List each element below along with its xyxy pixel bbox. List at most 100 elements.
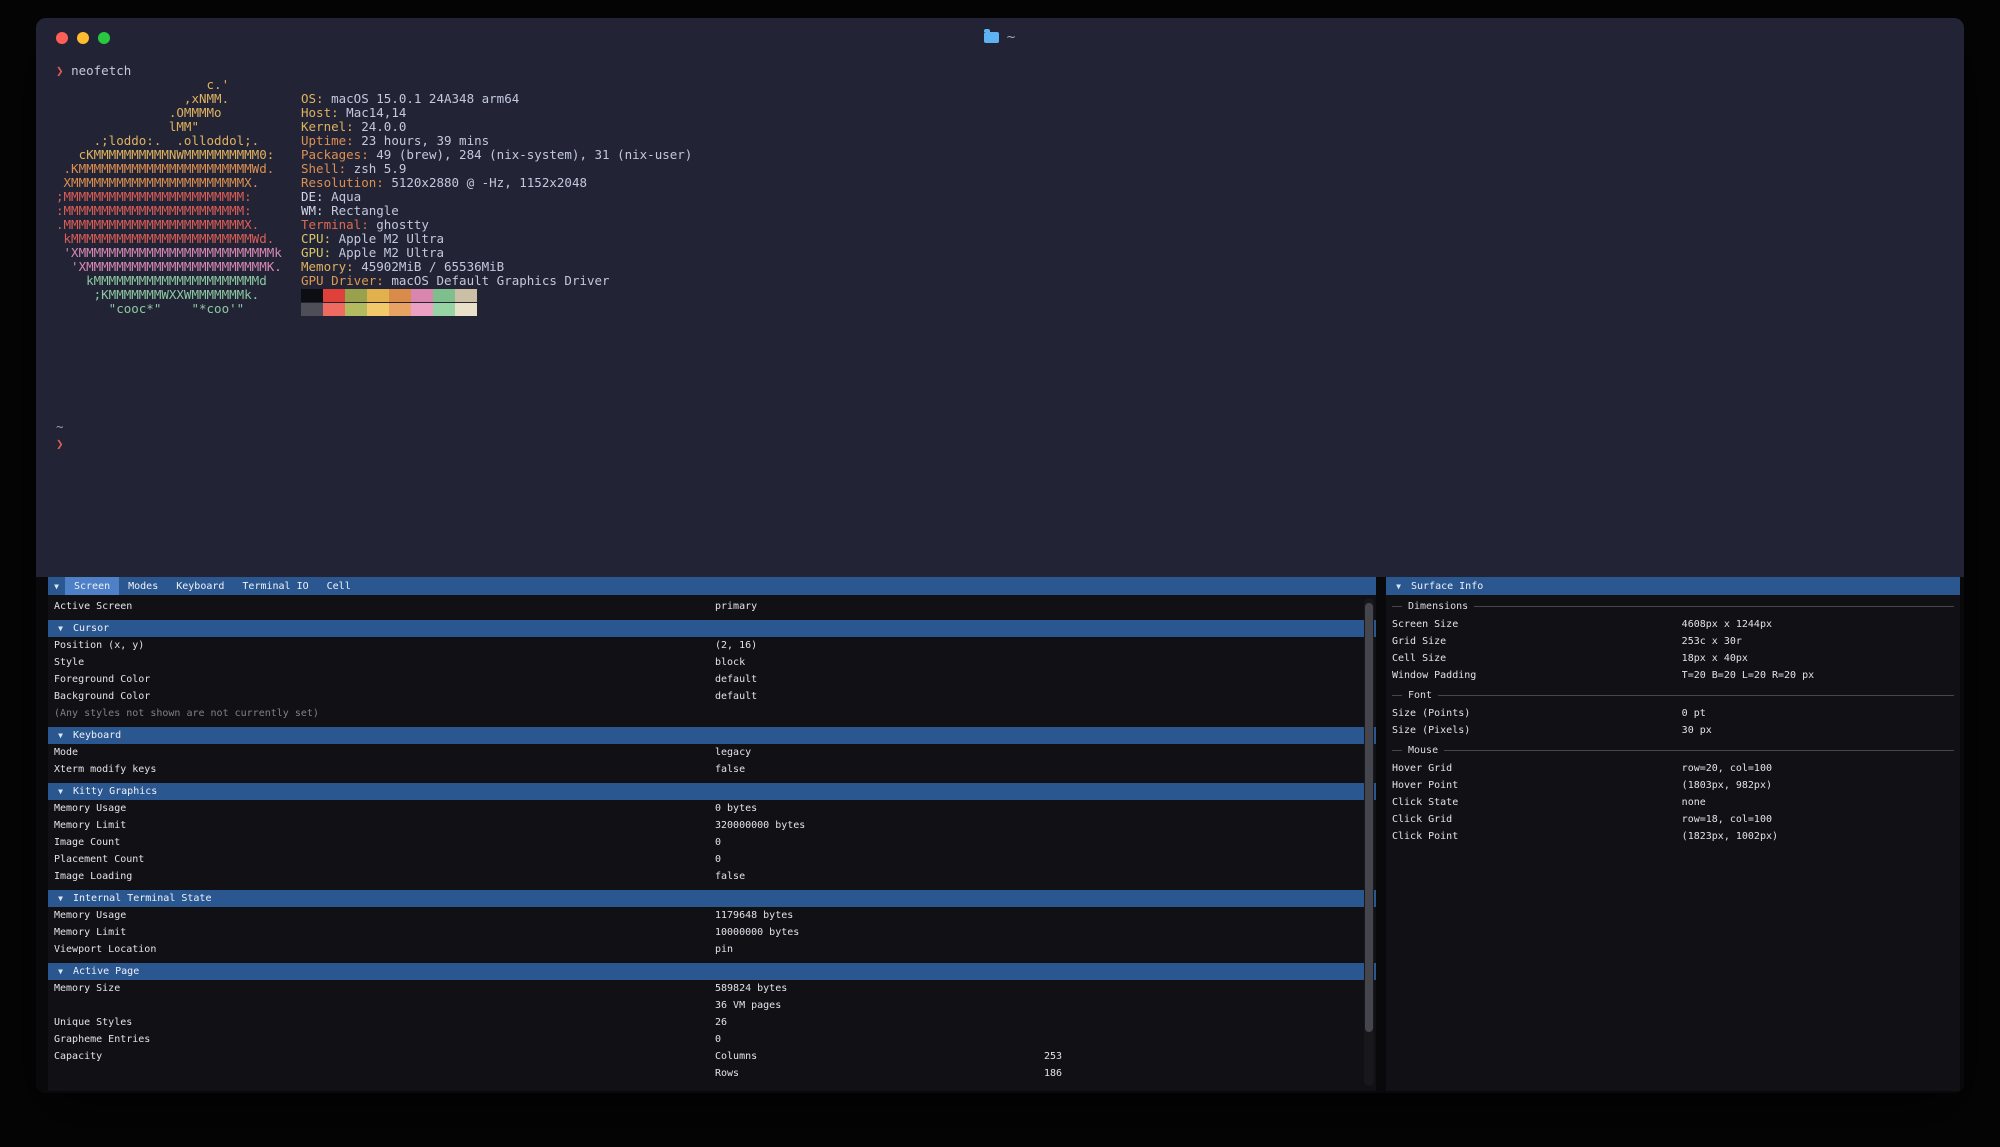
info-row: Screen Size4608px x 1244px: [1386, 616, 1960, 633]
info-value: 24.0.0: [354, 119, 407, 134]
section-title: Keyboard: [73, 727, 121, 744]
window-title: ~: [36, 18, 1964, 56]
info-row: Placement Count0: [48, 851, 1376, 868]
info-row: Memory Usage1179648 bytes: [48, 907, 1376, 924]
disclosure-icon: ▼: [52, 783, 69, 800]
ascii-art-line: ;KMMMMMMMWXXWMMMMMMMk.: [56, 288, 301, 302]
titlebar[interactable]: ~: [36, 18, 1964, 56]
disclosure-icon: ▼: [52, 727, 69, 744]
row-label: Viewport Location: [54, 941, 715, 958]
palette-swatch: [323, 289, 345, 302]
info-value: Apple M2 Ultra: [331, 245, 444, 260]
palette-swatch: [345, 289, 367, 302]
row-label: Image Loading: [54, 868, 715, 885]
disclosure-icon[interactable]: ▼: [48, 578, 65, 595]
row-label: Image Count: [54, 834, 715, 851]
tab-cell[interactable]: Cell: [318, 577, 360, 595]
info-row: Rows186: [48, 1065, 1376, 1082]
row-label: Unique Styles: [54, 1014, 715, 1031]
folder-icon[interactable]: [984, 32, 999, 43]
row-label: Mode: [54, 744, 715, 761]
palette-swatch: [455, 303, 477, 316]
row-value: 0: [715, 1031, 1376, 1048]
color-palette: [301, 288, 692, 316]
terminal-window: ~ ❯ neofetch c.' ,xNMM. .OMMMMo lMM" .;l…: [36, 18, 1964, 1093]
info-value: 23 hours, 39 mins: [354, 133, 489, 148]
system-info-line: Kernel: 24.0.0: [301, 120, 692, 134]
row-value: row=20, col=100: [1682, 760, 1960, 777]
terminal-output[interactable]: ❯ neofetch c.' ,xNMM. .OMMMMo lMM" .;lod…: [36, 56, 1964, 577]
surface-info-title: Surface Info: [1411, 578, 1483, 595]
disclosure-icon: ▼: [52, 963, 69, 980]
disclosure-icon: ▼: [52, 620, 69, 637]
info-value: ghostty: [369, 217, 429, 232]
ascii-art-line: .MMMMMMMMMMMMMMMMMMMMMMMMX.: [56, 218, 301, 232]
style-note: (Any styles not shown are not currently …: [48, 705, 1376, 722]
info-value: 5120x2880 @ -Hz, 1152x2048: [384, 175, 587, 190]
info-row: Image Count0: [48, 834, 1376, 851]
row-value: 10000000 bytes: [715, 924, 1376, 941]
info-label: GPU:: [301, 245, 331, 260]
ascii-art-line: 'XMMMMMMMMMMMMMMMMMMMMMMMMMMk: [56, 246, 301, 260]
palette-swatch: [301, 289, 323, 302]
row-value: false: [715, 761, 1376, 778]
info-row: Cell Size18px x 40px: [1386, 650, 1960, 667]
tab-terminal-io[interactable]: Terminal IO: [233, 577, 317, 595]
palette-swatch: [301, 303, 323, 316]
info-row: Click Point(1823px, 1002px): [1386, 828, 1960, 845]
info-value: Mac14,14: [339, 105, 407, 120]
ascii-art-line: .KMMMMMMMMMMMMMMMMMMMMMMMWd.: [56, 162, 301, 176]
row-label: Xterm modify keys: [54, 761, 715, 778]
row-value: 0: [715, 851, 1376, 868]
ascii-art-line: :MMMMMMMMMMMMMMMMMMMMMMMM:: [56, 204, 301, 218]
command-text: [64, 63, 72, 78]
row-value: none: [1682, 794, 1960, 811]
row-value: 36 VM pages: [715, 997, 1376, 1014]
info-label: Kernel:: [301, 119, 354, 134]
info-row: Background Colordefault: [48, 688, 1376, 705]
row-label: Style: [54, 654, 715, 671]
command-line: ❯ neofetch: [56, 64, 1964, 78]
info-row: Click Statenone: [1386, 794, 1960, 811]
info-value: Aqua: [324, 189, 362, 204]
surface-info-header[interactable]: ▼ Surface Info: [1386, 577, 1960, 595]
info-label: Uptime:: [301, 133, 354, 148]
section-header-active-page[interactable]: ▼Active Page: [48, 963, 1376, 980]
row-label: Click Point: [1392, 828, 1682, 845]
section-title: Kitty Graphics: [73, 783, 157, 800]
info-value: macOS 15.0.1 24A348 arm64: [324, 91, 520, 106]
group-separator-mouse: Mouse: [1392, 743, 1954, 758]
info-value: Rectangle: [324, 203, 399, 218]
tab-screen[interactable]: Screen: [65, 577, 119, 595]
disclosure-icon: ▼: [52, 890, 69, 907]
row-label: Memory Limit: [54, 817, 715, 834]
section-header-cursor[interactable]: ▼Cursor: [48, 620, 1376, 637]
screen-inspector-body: Active Screenprimary▼CursorPosition (x, …: [48, 598, 1376, 1082]
ascii-art-line: ;MMMMMMMMMMMMMMMMMMMMMMMM:: [56, 190, 301, 204]
ascii-art: c.' ,xNMM. .OMMMMo lMM" .;loddo:. .ollod…: [56, 78, 301, 316]
row-label: Cell Size: [1392, 650, 1682, 667]
tab-modes[interactable]: Modes: [119, 577, 167, 595]
system-info-line: Packages: 49 (brew), 284 (nix-system), 3…: [301, 148, 692, 162]
section-header-keyboard[interactable]: ▼Keyboard: [48, 727, 1376, 744]
system-info: OS: macOS 15.0.1 24A348 arm64Host: Mac14…: [301, 78, 692, 316]
scrollbar-thumb[interactable]: [1365, 603, 1373, 1032]
group-title: Mouse: [1408, 742, 1438, 759]
info-label: GPU Driver:: [301, 273, 384, 288]
row-label: Window Padding: [1392, 667, 1682, 684]
section-header-internal-terminal-state[interactable]: ▼Internal Terminal State: [48, 890, 1376, 907]
row-value: block: [715, 654, 1376, 671]
row-label: Memory Size: [54, 980, 715, 997]
section-header-kitty-graphics[interactable]: ▼Kitty Graphics: [48, 783, 1376, 800]
info-row: Viewport Locationpin: [48, 941, 1376, 958]
tab-keyboard[interactable]: Keyboard: [167, 577, 233, 595]
scrollbar[interactable]: [1364, 598, 1374, 1086]
row-label: Hover Point: [1392, 777, 1682, 794]
row-value-secondary: 253: [1044, 1048, 1062, 1065]
palette-swatch: [433, 289, 455, 302]
system-info-line: Uptime: 23 hours, 39 mins: [301, 134, 692, 148]
info-row: Size (Points)0 pt: [1386, 705, 1960, 722]
info-label: CPU:: [301, 231, 331, 246]
info-row: Image Loadingfalse: [48, 868, 1376, 885]
ascii-art-line: "cooc*" "*coo'": [56, 302, 301, 316]
